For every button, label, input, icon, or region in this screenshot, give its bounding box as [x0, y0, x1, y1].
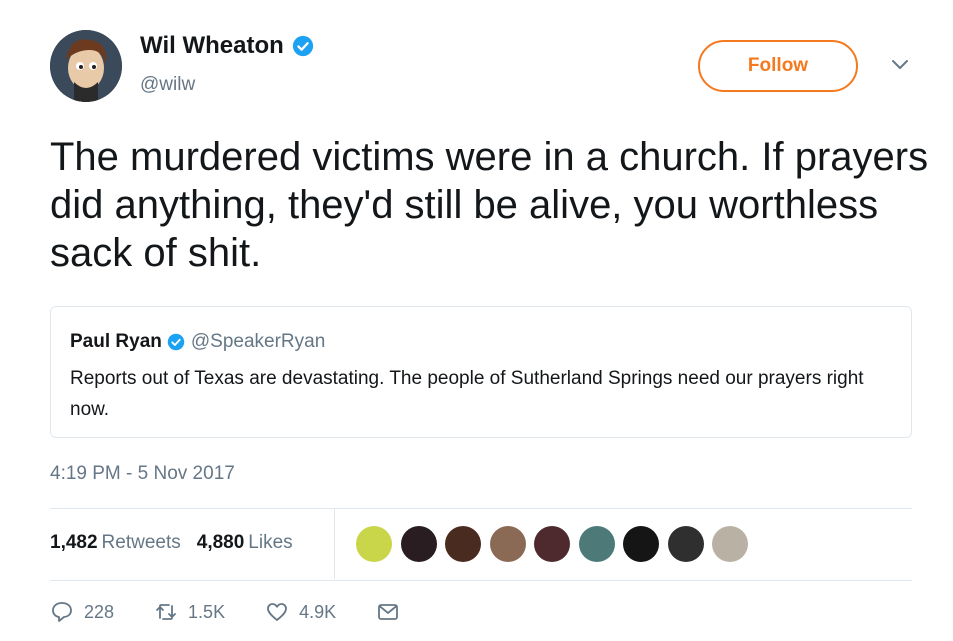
tweet-text: The murdered victims were in a church. I… [50, 135, 929, 275]
retweets-label: Retweets [101, 532, 181, 553]
liker-avatar[interactable] [445, 526, 481, 562]
chevron-down-icon[interactable] [890, 58, 910, 72]
reply-button[interactable]: 228 [50, 600, 114, 624]
liker-avatar[interactable] [534, 526, 570, 562]
quoted-tweet-header: Paul Ryan @SpeakerRyan [70, 331, 325, 353]
reply-count: 228 [84, 601, 115, 622]
liker-avatar[interactable] [400, 526, 437, 562]
heart-icon [267, 603, 287, 621]
likes-count: 4,880 [196, 532, 245, 553]
liker-avatar[interactable] [489, 526, 526, 562]
divider [50, 508, 912, 509]
likes-label: Likes [248, 532, 293, 553]
quoted-tweet-card[interactable]: Paul Ryan @SpeakerRyan Reports out of Te… [50, 306, 912, 438]
retweets-stat[interactable]: 1,482 Retweets [50, 532, 181, 554]
retweet-icon [156, 604, 176, 620]
author-avatar[interactable] [50, 30, 122, 102]
liker-avatar[interactable] [623, 526, 659, 562]
stats-divider [334, 509, 335, 579]
liker-avatar[interactable] [578, 526, 615, 562]
author-name-row: Wil Wheaton [140, 32, 314, 60]
tweet-timestamp[interactable]: 4:19 PM - 5 Nov 2017 [50, 463, 235, 485]
likes-stat[interactable]: 4,880 Likes [197, 532, 293, 554]
tweet-actions: 228 1.5K 4.9K [50, 600, 450, 624]
user-avatar-icon [50, 30, 122, 102]
like-button[interactable]: 4.9K [265, 600, 336, 624]
quoted-author-handle: @SpeakerRyan [190, 331, 326, 352]
liker-avatar[interactable] [356, 526, 392, 562]
author-handle[interactable]: @wilw [140, 74, 195, 96]
liker-avatar[interactable] [712, 526, 748, 562]
envelope-icon [378, 604, 399, 620]
like-count: 4.9K [299, 601, 337, 622]
quoted-author-name: Paul Ryan [70, 331, 162, 352]
divider [50, 580, 912, 581]
retweet-count: 1.5K [188, 601, 226, 622]
follow-button[interactable]: Follow [698, 40, 858, 92]
liker-avatars [356, 526, 757, 562]
verified-badge-icon [167, 333, 185, 351]
retweet-button[interactable]: 1.5K [154, 600, 225, 624]
reply-icon [52, 602, 72, 622]
retweets-count: 1,482 [50, 532, 98, 553]
liker-avatar[interactable] [667, 526, 704, 562]
engagement-stats: 1,482 Retweets 4,880 Likes [50, 532, 309, 554]
quoted-tweet-text: Reports out of Texas are devastating. Th… [70, 368, 864, 420]
verified-badge-icon [292, 35, 313, 57]
direct-message-button[interactable] [376, 600, 410, 624]
author-name[interactable]: Wil Wheaton [140, 32, 284, 60]
